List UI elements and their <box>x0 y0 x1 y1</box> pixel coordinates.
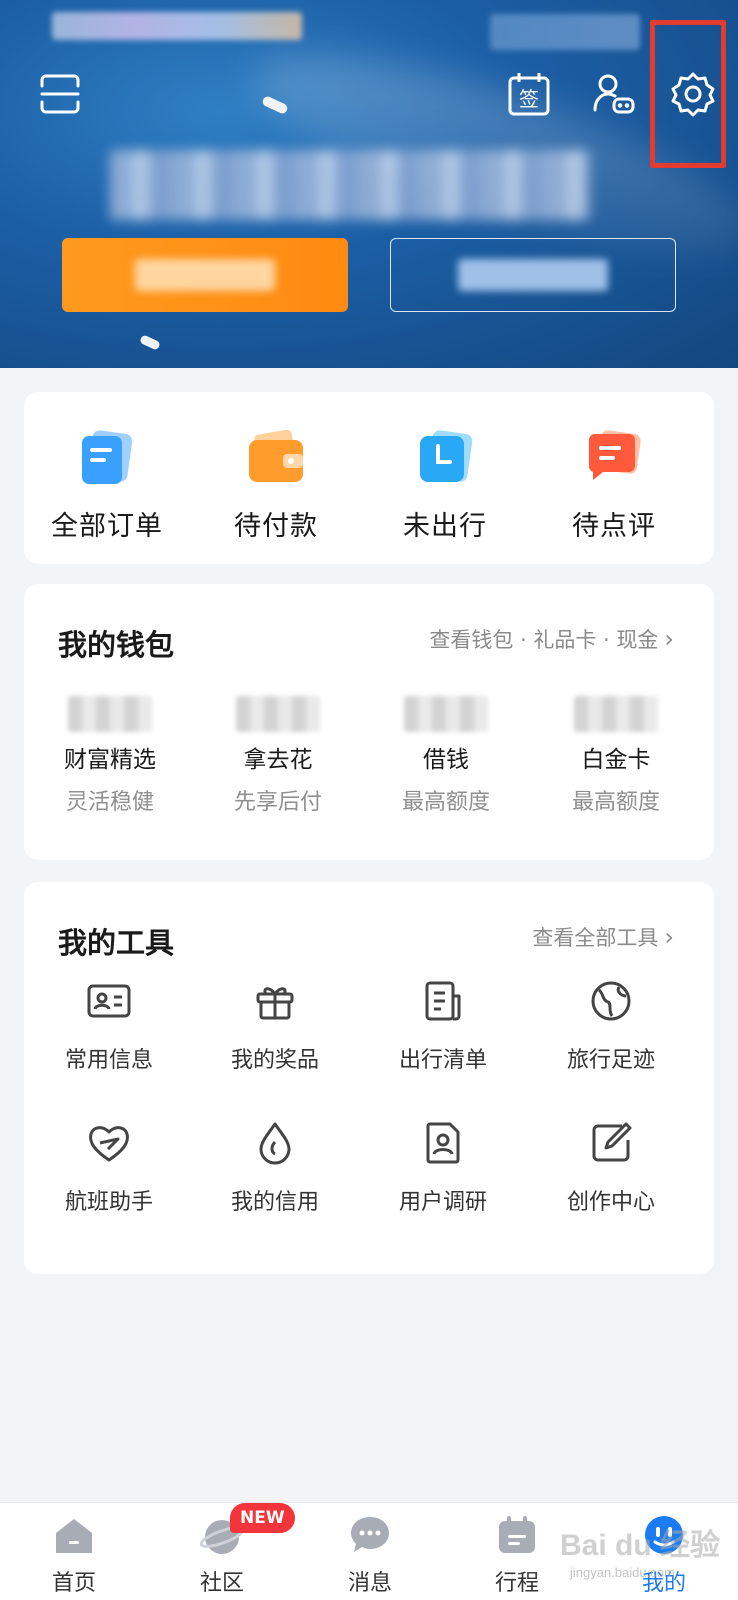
trip-icon <box>495 1513 539 1557</box>
tool-label: 常用信息 <box>64 1048 153 1073</box>
order-item-to-review[interactable]: 待点评 <box>539 430 689 543</box>
tab-home[interactable]: 首页 <box>24 1513 124 1597</box>
settings-highlight-box <box>650 20 726 168</box>
tab-label: 社区 <box>199 1571 244 1596</box>
tool-my-prizes[interactable]: 我的奖品 <box>190 976 360 1074</box>
globe-icon <box>586 976 636 1026</box>
wallet-value-blurred <box>68 696 152 732</box>
tools-view-all-link[interactable]: 查看全部工具 › <box>532 922 674 952</box>
watermark: Bai du 经验 <box>560 1529 721 1562</box>
order-item-pending-payment[interactable]: 待付款 <box>201 429 351 543</box>
wallet-title: 我的钱包 <box>58 628 175 662</box>
tool-label: 我的信用 <box>230 1190 319 1215</box>
tab-label: 消息 <box>347 1571 392 1596</box>
button-label-blurred <box>458 259 608 291</box>
tools-view-all-label: 查看全部工具 <box>532 926 659 950</box>
profile-header: 签 <box>0 0 738 368</box>
order-label: 全部订单 <box>51 511 163 542</box>
tool-travel-footprint[interactable]: 旅行足迹 <box>526 976 696 1074</box>
wallet-item-naquhua[interactable]: 拿去花 先享后付 <box>192 696 364 816</box>
tool-user-survey[interactable]: 用户调研 <box>358 1118 528 1216</box>
member-button-outline[interactable] <box>390 238 676 312</box>
checklist-icon <box>418 976 468 1026</box>
watermark-sub: jingyan.baidu.com <box>570 1565 675 1580</box>
button-label-blurred <box>135 259 275 291</box>
status-bar-blurred <box>52 12 302 40</box>
to-review-icon <box>583 430 645 486</box>
id-card-icon <box>84 976 134 1026</box>
wallet-value-blurred <box>404 696 488 732</box>
wallet-value-blurred <box>236 696 320 732</box>
chevron-right-icon: › <box>664 625 674 653</box>
flight-heart-icon <box>84 1118 134 1168</box>
wallet-item-platinum-card[interactable]: 白金卡 最高额度 <box>530 696 702 816</box>
gift-icon <box>250 976 300 1026</box>
tool-label: 旅行足迹 <box>566 1048 655 1073</box>
tab-itinerary[interactable]: 行程 <box>467 1513 567 1597</box>
tool-flight-assistant[interactable]: 航班助手 <box>24 1118 194 1216</box>
new-badge: NEW <box>230 1503 295 1533</box>
wallet-item-title: 白金卡 <box>581 747 651 773</box>
wallet-item-subtitle: 最高额度 <box>571 790 660 815</box>
wallet-item-subtitle: 先享后付 <box>233 790 322 815</box>
wallet-value-blurred <box>574 696 658 732</box>
tool-common-info[interactable]: 常用信息 <box>24 976 194 1074</box>
tool-label: 航班助手 <box>64 1190 153 1215</box>
wallet-item-loan[interactable]: 借钱 最高额度 <box>360 696 532 816</box>
all-orders-icon <box>76 430 138 486</box>
home-icon <box>52 1513 96 1557</box>
order-label: 待付款 <box>234 511 318 542</box>
tab-label: 首页 <box>51 1571 96 1596</box>
boat-decoration <box>139 334 161 351</box>
wallet-item-title: 借钱 <box>423 747 469 773</box>
tool-my-credit[interactable]: 我的信用 <box>190 1118 360 1216</box>
drop-icon <box>250 1118 300 1168</box>
order-item-all[interactable]: 全部订单 <box>32 430 182 543</box>
user-name-blurred <box>110 150 590 220</box>
wallet-item-subtitle: 灵活稳健 <box>65 790 154 815</box>
wallet-item-subtitle: 最高额度 <box>401 790 490 815</box>
order-item-upcoming[interactable]: 未出行 <box>370 430 520 543</box>
tab-label: 行程 <box>494 1571 539 1596</box>
chevron-right-icon: › <box>664 923 674 951</box>
message-icon <box>348 1513 392 1557</box>
customer-service-icon[interactable] <box>590 70 638 118</box>
svg-text:签: 签 <box>519 87 539 111</box>
order-label: 未出行 <box>403 511 487 542</box>
scan-icon[interactable] <box>36 70 84 118</box>
tool-label: 创作中心 <box>566 1190 655 1215</box>
edit-icon <box>586 1118 636 1168</box>
status-bar-blurred <box>490 14 640 50</box>
tab-messages[interactable]: 消息 <box>320 1513 420 1597</box>
wallet-pending-icon <box>245 429 307 486</box>
tool-creator-center[interactable]: 创作中心 <box>526 1118 696 1216</box>
wallet-item-title: 财富精选 <box>64 747 156 773</box>
tools-card: 我的工具 查看全部工具 › 常用信息 我的奖品 出行清单 旅行足迹 航班助手 我… <box>24 882 714 1274</box>
member-button-orange[interactable] <box>62 238 348 312</box>
orders-card: 全部订单 待付款 未出行 待点评 <box>24 392 714 564</box>
sign-in-calendar-icon[interactable]: 签 <box>505 70 553 118</box>
wallet-view-link-label: 查看钱包 · 礼品卡 · 现金 <box>429 628 659 652</box>
wallet-item-title: 拿去花 <box>243 747 313 773</box>
wallet-item-wealth[interactable]: 财富精选 灵活稳健 <box>24 696 196 816</box>
tool-label: 我的奖品 <box>230 1048 319 1073</box>
upcoming-trip-icon <box>414 430 476 486</box>
wallet-card: 我的钱包 查看钱包 · 礼品卡 · 现金 › 财富精选 灵活稳健 拿去花 先享后… <box>24 584 714 860</box>
tool-label: 用户调研 <box>398 1190 487 1215</box>
tool-trip-checklist[interactable]: 出行清单 <box>358 976 528 1074</box>
tool-label: 出行清单 <box>398 1048 487 1073</box>
wallet-view-link[interactable]: 查看钱包 · 礼品卡 · 现金 › <box>429 624 674 654</box>
tools-title: 我的工具 <box>58 926 175 960</box>
survey-icon <box>418 1118 468 1168</box>
order-label: 待点评 <box>572 511 656 542</box>
